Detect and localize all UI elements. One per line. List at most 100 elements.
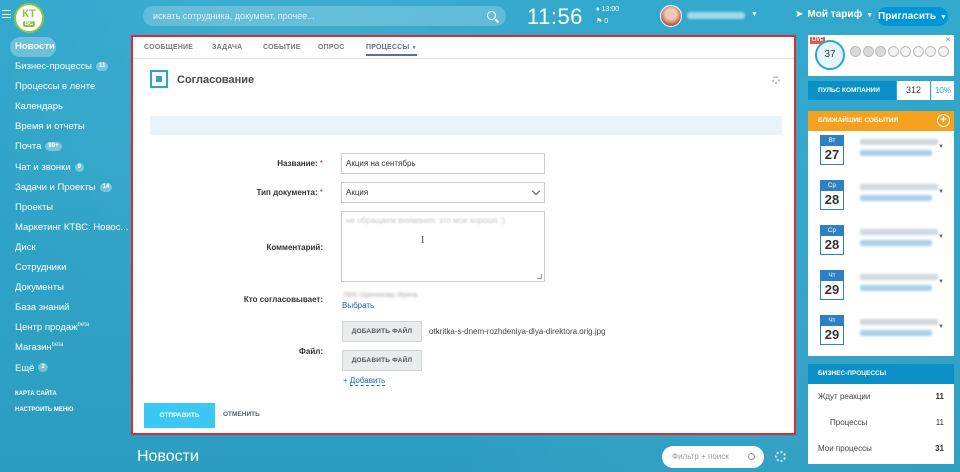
gear-icon[interactable] [775, 451, 786, 462]
tab-event[interactable]: СОБЫТИЕ [263, 44, 301, 51]
bp-row[interactable]: Процессы 11 [808, 410, 954, 436]
sidebar-item[interactable]: Новости [10, 37, 56, 58]
approver-name: ЛМК Одинокова Ирина [343, 292, 418, 299]
close-icon[interactable]: ✕ [945, 36, 951, 44]
sidebar-item[interactable]: Процессы в ленте [10, 77, 128, 97]
tariff-button[interactable]: ➤ Мой тариф ▼ [795, 9, 873, 20]
avatar[interactable] [937, 46, 949, 57]
event-title-blurred[interactable] [860, 330, 932, 336]
online-count[interactable]: 37 [815, 40, 845, 70]
name-input[interactable]: Акция на сентябрь [341, 153, 545, 174]
gear-icon[interactable] [772, 76, 780, 84]
configure-menu-link[interactable]: НАСТРОИТЬ МЕНЮ [15, 404, 73, 420]
top-bar: КТ ВС 11:56 ♦ 13:00 ⚑ 0 ▼ ➤Мой тариф▼ Пр… [0, 0, 960, 34]
comment-textarea[interactable]: не обращаем внимания, это мое хорошо :) [341, 211, 545, 282]
counter-badge: 14 [99, 182, 113, 192]
sidebar-item[interactable]: База знаний [10, 298, 128, 318]
business-processes-list: Ждут реакции 11 Процессы 11 Мои процессы 31 [808, 384, 954, 464]
add-more-link[interactable]: + Добавить [343, 376, 386, 386]
avatar[interactable] [875, 46, 886, 57]
chevron-down-icon[interactable]: ▼ [938, 234, 944, 240]
submit-button[interactable]: ОТПРАВИТЬ [144, 403, 215, 428]
counter-badge: 2 [38, 363, 48, 373]
sidebar-item[interactable]: Сотрудники [10, 258, 128, 278]
sidebar-item[interactable]: Время и отчеты [10, 117, 128, 137]
sidebar-item[interactable]: Задачи и Проекты 14 [10, 178, 128, 198]
tab-processes[interactable]: ПРОЦЕССЫ ▼ [366, 44, 417, 56]
avatar[interactable] [850, 46, 861, 57]
sidebar-item[interactable]: Проекты [10, 198, 128, 218]
plus-icon: + [343, 376, 348, 385]
sidebar-item[interactable]: Маркетинг КТВС: Новос... [10, 218, 128, 238]
attached-file-name[interactable]: otkritka-s-dnem-rozhdeniya-dlya-direktor… [429, 327, 606, 336]
info-band [150, 116, 782, 135]
chevron-down-icon[interactable]: ▼ [938, 324, 944, 330]
sidebar-item-label: Сотрудники [15, 262, 67, 274]
flag-icon: ⚑ [596, 18, 603, 25]
tab-task[interactable]: ЗАДАЧА [212, 44, 242, 51]
search-icon[interactable] [487, 11, 496, 20]
avatar[interactable] [887, 46, 899, 57]
choose-approver-link[interactable]: Выбрать [342, 301, 374, 310]
sidebar-item[interactable]: Диск [10, 238, 128, 258]
company-pulse[interactable]: ПУЛЬС КОМПАНИИ 312 10% [808, 81, 954, 100]
user-name-blurred[interactable] [687, 12, 745, 19]
sidebar-item-label: Время и отчеты [15, 121, 85, 133]
avatar[interactable] [862, 46, 874, 57]
global-search[interactable] [143, 6, 506, 26]
event-title-blurred[interactable] [860, 195, 932, 201]
clock[interactable]: 11:56 [527, 4, 583, 30]
news-filter[interactable]: Фильтр + поиск [662, 446, 764, 468]
tab-message[interactable]: СООБЩЕНИЕ [144, 44, 193, 51]
event-item[interactable]: Чт 29 ▼ [808, 311, 954, 356]
invite-button[interactable]: Пригласить ▼ [877, 7, 948, 26]
event-item[interactable]: Ср 28 ▼ [808, 176, 954, 221]
cancel-button[interactable]: ОТМЕНИТЬ [223, 411, 260, 418]
chevron-down-icon[interactable]: ▼ [938, 279, 944, 285]
sidebar-item[interactable]: Центр продажbeta [10, 318, 128, 338]
event-title-blurred[interactable] [860, 240, 932, 246]
sidebar-item[interactable]: Документы [10, 278, 128, 298]
user-avatar[interactable] [660, 5, 682, 27]
post-form-panel: СООБЩЕНИЕ ЗАДАЧА СОБЫТИЕ ОПРОС ПРОЦЕССЫ … [131, 35, 796, 435]
sidebar-item-label: Диск [15, 241, 36, 253]
event-item[interactable]: Вт 27 ▼ [808, 131, 954, 176]
company-logo[interactable]: КТ ВС [14, 3, 44, 33]
event-title-blurred[interactable] [860, 285, 932, 291]
menu-icon[interactable] [2, 10, 11, 18]
search-input[interactable] [143, 6, 473, 26]
sidebar-item-label: Центр продаж [15, 322, 78, 334]
avatar[interactable] [912, 46, 924, 57]
doctype-select[interactable]: Акция [341, 182, 545, 203]
avatar[interactable] [900, 46, 911, 57]
event-item[interactable]: Ср 28 ▼ [808, 221, 954, 266]
bp-row[interactable]: Мои процессы 31 [808, 436, 954, 462]
event-item[interactable]: Чт 29 ▼ [808, 266, 954, 311]
alarm-widget[interactable]: ♦ 13:00 ⚑ 0 [596, 4, 619, 28]
avatar[interactable] [925, 46, 936, 57]
chevron-down-icon[interactable]: ▼ [751, 11, 758, 18]
chevron-down-icon[interactable]: ▼ [938, 189, 944, 195]
event-title-blurred[interactable] [860, 150, 932, 156]
sidebar-item[interactable]: Магазинbeta [10, 338, 128, 358]
bp-row[interactable]: Ждут реакции 11 [808, 384, 954, 410]
sidebar-item[interactable]: Ещё 2 [10, 359, 128, 379]
chevron-down-icon[interactable]: ▼ [938, 144, 944, 150]
approver-label: Кто согласовывает: [243, 295, 323, 304]
calendar-icon: Вт 27 [820, 135, 844, 165]
resize-handle[interactable] [537, 274, 542, 279]
sidebar-item-label: Чат и звонки [15, 161, 71, 173]
add-file-button[interactable]: ДОБАВИТЬ ФАЙЛ [342, 321, 422, 342]
sidebar-item[interactable]: Бизнес-процессы 11 [10, 57, 128, 77]
event-time-blurred [860, 139, 938, 145]
left-menu-footer: КАРТА САЙТА НАСТРОИТЬ МЕНЮ [15, 388, 73, 420]
sidebar-item[interactable]: Чат и звонки 9 [10, 158, 128, 178]
add-event-icon[interactable]: + [937, 114, 950, 127]
calendar-icon: Ср 28 [820, 225, 844, 255]
sidebar-item[interactable]: Календарь [10, 97, 128, 117]
sidebar-item[interactable]: Почта 99+ [10, 137, 128, 157]
sitemap-link[interactable]: КАРТА САЙТА [15, 388, 73, 404]
approval-icon [150, 70, 168, 88]
tab-poll[interactable]: ОПРОС [318, 44, 345, 51]
add-file-button-2[interactable]: ДОБАВИТЬ ФАЙЛ [342, 350, 422, 371]
